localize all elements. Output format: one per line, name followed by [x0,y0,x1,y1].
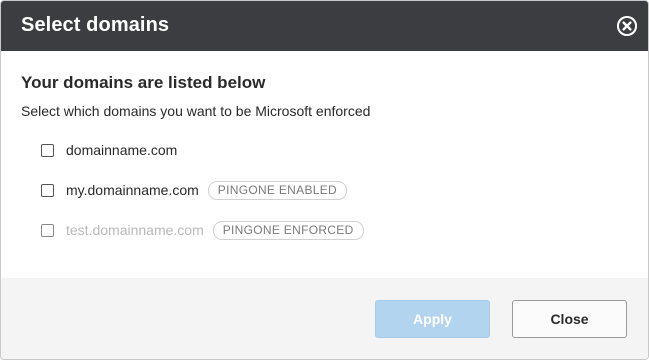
dialog-footer: Apply Close [1,278,648,359]
dialog-title: Select domains [21,14,170,36]
close-button[interactable]: Close [512,300,627,338]
domain-option-test-domainname: test.domainname.com PINGONE ENFORCED [41,220,364,240]
dialog-header: Select domains [1,1,648,51]
domain-checkbox[interactable] [41,143,54,157]
domain-label: test.domainname.com [66,222,204,238]
domain-checkbox[interactable] [41,183,54,197]
domains-heading: Your domains are listed below [21,73,266,92]
domains-instructions: Select which domains you want to be Micr… [21,103,371,119]
status-badge: PINGONE ENABLED [207,180,347,200]
close-circle-icon[interactable] [617,16,637,36]
apply-button[interactable]: Apply [375,300,490,338]
dialog-body: Your domains are listed below Select whi… [1,51,648,278]
domain-label: domainname.com [66,142,178,158]
select-domains-dialog: Select domains Your domains are listed b… [0,0,649,360]
domain-option-my-domainname[interactable]: my.domainname.com PINGONE ENABLED [41,180,347,200]
status-badge: PINGONE ENFORCED [212,220,364,240]
domain-checkbox [41,223,54,237]
domain-label: my.domainname.com [66,182,199,198]
domain-option-domainname[interactable]: domainname.com [41,140,177,160]
